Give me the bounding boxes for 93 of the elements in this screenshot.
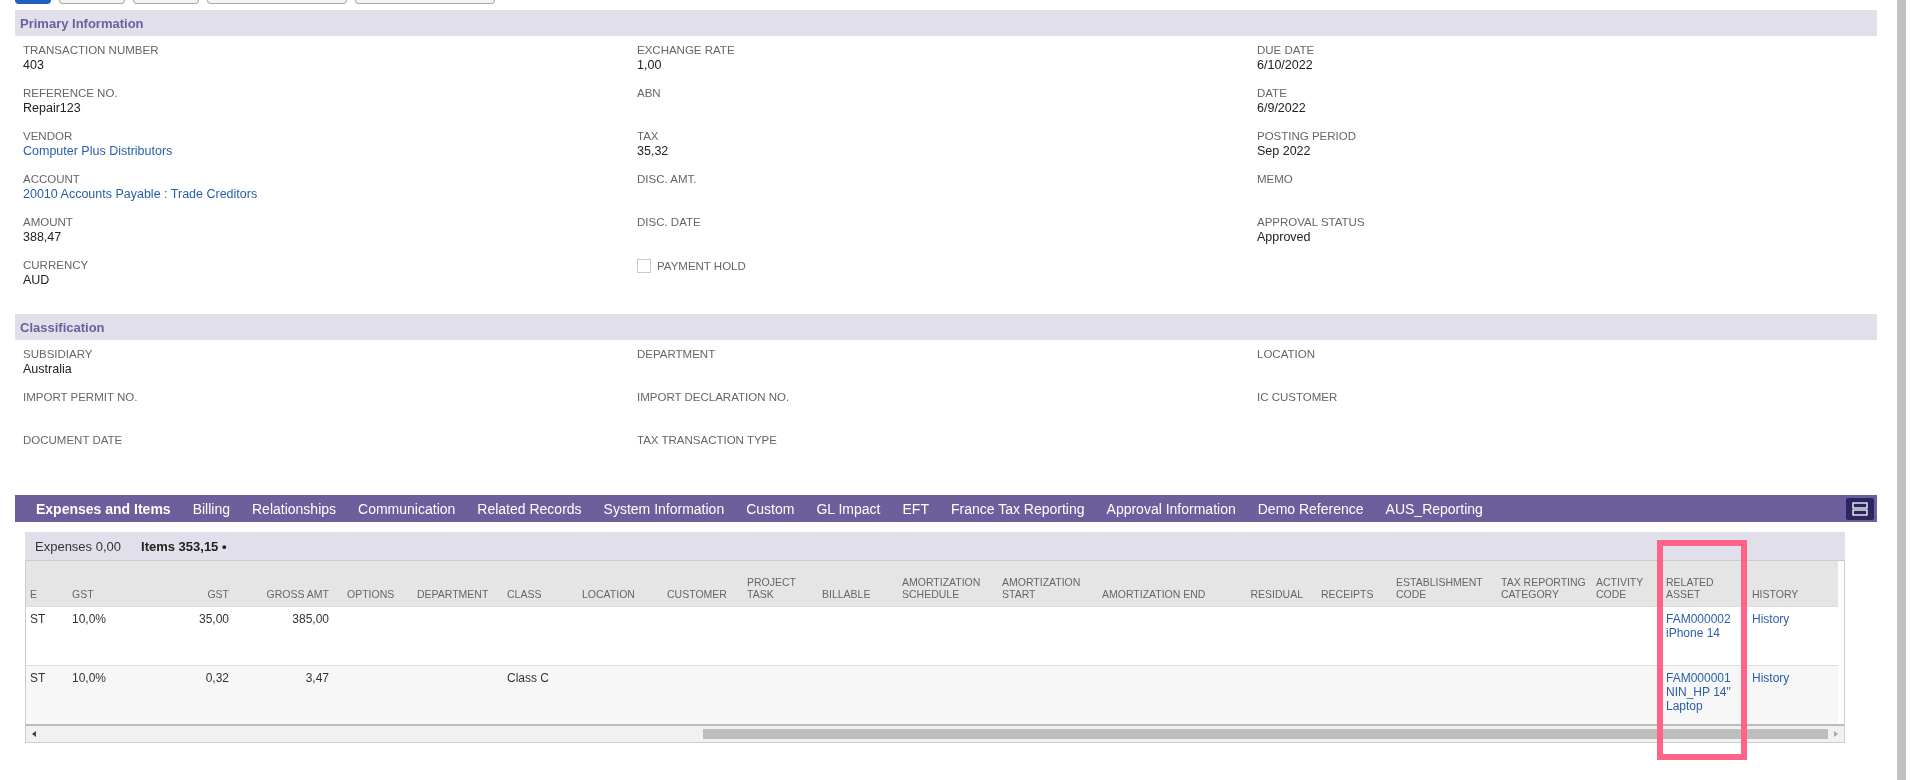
layout-toggle-button[interactable] (1846, 497, 1874, 520)
subtab[interactable]: Items 353,15 • (141, 538, 227, 554)
column-header: E (26, 561, 68, 606)
right-arrow-icon[interactable] (1832, 730, 1840, 738)
column-header: GST (143, 561, 243, 606)
column-header: AMORTIZATION END (1098, 561, 1228, 606)
field-value: 403 (23, 58, 45, 72)
field-label: IC CUSTOMER (1257, 391, 1339, 403)
table-cell: 385,00 (292, 611, 329, 626)
tab[interactable]: Relationships (241, 500, 348, 517)
field-label: DISC. AMT. (637, 173, 698, 185)
column-header: GROSS AMT (243, 561, 343, 606)
section-title: Primary Information (20, 15, 144, 31)
field-label: CURRENCY (23, 259, 90, 271)
column-header: OPTIONS (343, 561, 413, 606)
field-label: TAX TRANSACTION TYPE (637, 434, 778, 446)
tab[interactable]: Communication (347, 500, 467, 517)
field-label: AMOUNT (23, 216, 74, 228)
field-value: 35,32 (637, 144, 670, 158)
field-label: DISC. DATE (637, 216, 702, 228)
tab[interactable]: Demo Reference (1246, 500, 1375, 517)
table-link[interactable]: FAM000002 iPhone 14 (1666, 611, 1744, 640)
column-header: ESTABLISHMENT CODE (1392, 561, 1497, 606)
column-header: LOCATION (578, 561, 663, 606)
column-header: GST (68, 561, 143, 606)
column-header: AMORTIZATION SCHEDULE (898, 561, 998, 606)
field-label: EXCHANGE RATE (637, 44, 736, 56)
field-label: ACCOUNT (23, 173, 81, 185)
field-label: TAX (637, 130, 660, 142)
field-value: 1,00 (637, 58, 663, 72)
field-label: IMPORT DECLARATION NO. (637, 391, 791, 403)
column-header: BILLABLE (818, 561, 898, 606)
table-cell: 3,47 (305, 670, 329, 685)
tab[interactable]: Custom (735, 500, 806, 517)
checkbox[interactable] (637, 259, 651, 273)
section-title: Classification (20, 319, 105, 335)
field-label: TRANSACTION NUMBER (23, 44, 160, 56)
rows-icon (1852, 501, 1868, 516)
column-header: DEPARTMENT (413, 561, 503, 606)
column-header: AMORTIZATION START (998, 561, 1098, 606)
table-cell: 35,00 (198, 611, 229, 626)
column-header: CLASS (503, 561, 578, 606)
field-label: VENDOR (23, 130, 74, 142)
field-label: MEMO (1257, 173, 1294, 185)
tab[interactable]: EFT (891, 500, 940, 517)
tab[interactable]: GL Impact (805, 500, 892, 517)
field-label: DOCUMENT DATE (23, 434, 124, 446)
field-label: ABN (637, 87, 662, 99)
tab[interactable]: AUS_Reporting (1374, 500, 1494, 517)
field-value: Repair123 (23, 101, 82, 115)
left-arrow-icon[interactable] (30, 730, 38, 738)
field-label: IMPORT PERMIT NO. (23, 391, 139, 403)
horizontal-scrollbar[interactable] (26, 724, 1844, 742)
table-cell: ST (30, 670, 46, 685)
field-label: DEPARTMENT (637, 348, 717, 360)
field-value: 388,47 (23, 230, 63, 244)
field-value: 6/10/2022 (1257, 58, 1314, 72)
field-label: SUBSIDIARY (23, 348, 94, 360)
field-link[interactable]: 20010 Accounts Payable : Trade Creditors (23, 187, 637, 201)
tab[interactable]: Expenses and Items (25, 500, 182, 517)
field-label: REFERENCE NO. (23, 87, 119, 99)
table-cell: 10,0% (72, 611, 107, 626)
field-label: POSTING PERIOD (1257, 130, 1358, 142)
table-cell: Class C (507, 670, 549, 685)
field-label: APPROVAL STATUS (1257, 216, 1366, 228)
field-value: Sep 2022 (1257, 144, 1312, 158)
tab[interactable]: France Tax Reporting (939, 500, 1096, 517)
vertical-scrollbar[interactable] (1897, 0, 1906, 780)
tab[interactable]: Approval Information (1095, 500, 1247, 517)
column-header: TAX REPORTING CATEGORY (1497, 561, 1592, 606)
tab[interactable]: System Information (592, 500, 736, 517)
column-header: RECEIPTS (1317, 561, 1392, 606)
field-value: 6/9/2022 (1257, 101, 1307, 115)
table-link[interactable]: History (1752, 611, 1834, 626)
tab[interactable]: Billing (181, 500, 241, 517)
field-value: Approved (1257, 230, 1312, 244)
tab[interactable]: Related Records (466, 500, 593, 517)
column-header: CUSTOMER (663, 561, 743, 606)
field-link[interactable]: Computer Plus Distributors (23, 144, 637, 158)
column-header: RESIDUAL (1228, 561, 1317, 606)
subtab[interactable]: Expenses 0,00 (35, 538, 121, 554)
field-value: AUD (23, 273, 51, 287)
field-label: LOCATION (1257, 348, 1316, 360)
table-cell: ST (30, 611, 46, 626)
column-header: RELATED ASSET (1662, 561, 1748, 606)
column-header: HISTORY (1748, 561, 1838, 606)
field-value: Australia (23, 362, 73, 376)
field-label: PAYMENT HOLD (657, 260, 746, 272)
column-header: PROJECT TASK (743, 561, 818, 606)
table-cell: 10,0% (72, 670, 107, 685)
field-label: DUE DATE (1257, 44, 1316, 56)
field-label: DATE (1257, 87, 1288, 99)
table-cell: 0,32 (205, 670, 229, 685)
